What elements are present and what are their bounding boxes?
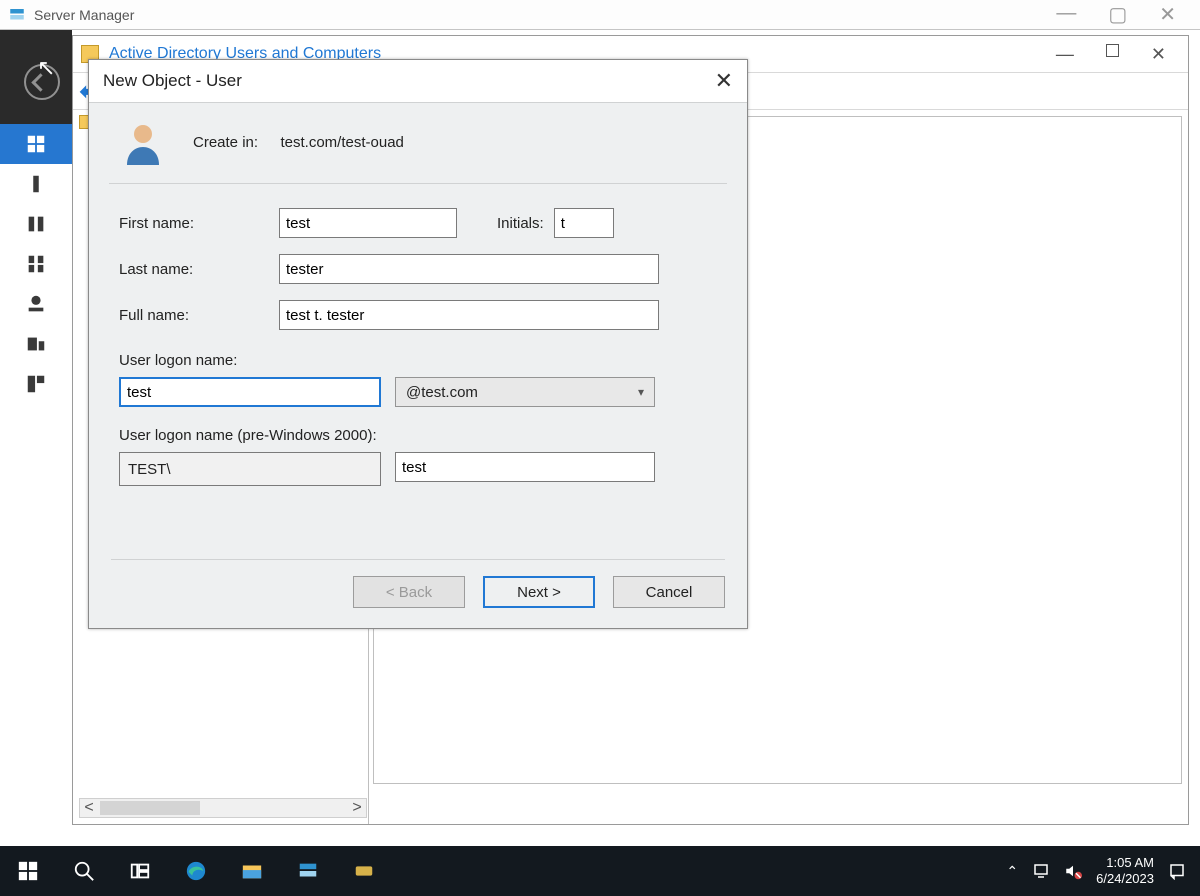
notifications-tray-icon[interactable] xyxy=(1168,862,1186,880)
sm-maximize-button[interactable]: ▢ xyxy=(1108,2,1127,27)
create-in-label: Create in: xyxy=(193,134,258,151)
role-icon[interactable] xyxy=(0,364,72,404)
pre2000-label: User logon name (pre-Windows 2000): xyxy=(119,427,717,444)
server-manager-sidebar xyxy=(0,124,72,840)
aduc-close-button[interactable]: ✕ xyxy=(1151,44,1166,65)
server-manager-titlebar: Server Manager — ▢ ✕ xyxy=(0,0,1200,30)
cancel-button[interactable]: Cancel xyxy=(613,576,725,608)
search-button[interactable] xyxy=(56,846,112,896)
server-manager-title: Server Manager xyxy=(34,7,134,23)
create-in-path: test.com/test-ouad xyxy=(281,134,404,151)
all-servers-icon[interactable] xyxy=(0,204,72,244)
sm-minimize-button[interactable]: — xyxy=(1056,2,1076,27)
dialog-close-button[interactable]: ✕ xyxy=(715,68,733,94)
aduc-maximize-button[interactable] xyxy=(1106,44,1119,57)
edge-taskbar-icon[interactable] xyxy=(168,846,224,896)
dashboard-tile-icon[interactable] xyxy=(0,124,72,164)
last-name-input[interactable] xyxy=(279,254,659,284)
server-manager-taskbar-icon[interactable] xyxy=(280,846,336,896)
file-storage-icon[interactable] xyxy=(0,324,72,364)
new-user-dialog: New Object - User ✕ Create in: test.com/… xyxy=(88,59,748,629)
domain-suffix-dropdown[interactable]: @test.com ▾ xyxy=(395,377,655,407)
scroll-right-arrow-icon[interactable]: > xyxy=(348,799,366,817)
dialog-title: New Object - User xyxy=(103,71,242,91)
local-server-icon[interactable] xyxy=(0,164,72,204)
cursor-icon: ↖ xyxy=(37,55,55,81)
chevron-down-icon: ▾ xyxy=(638,385,644,399)
network-tray-icon[interactable] xyxy=(1032,862,1050,880)
first-name-label: First name: xyxy=(119,215,279,232)
tray-chevron-up-icon[interactable]: ⌃ xyxy=(1006,863,1018,880)
taskbar-date: 6/24/2023 xyxy=(1096,871,1154,887)
scroll-left-arrow-icon[interactable]: < xyxy=(80,799,98,817)
taskbar-clock[interactable]: 1:05 AM 6/24/2023 xyxy=(1096,855,1154,888)
dns-icon[interactable] xyxy=(0,284,72,324)
user-icon xyxy=(119,119,167,167)
server-manager-icon xyxy=(8,6,26,24)
dialog-titlebar: New Object - User ✕ xyxy=(89,60,747,102)
start-button[interactable] xyxy=(0,846,56,896)
initials-input[interactable] xyxy=(554,208,614,238)
tree-horizontal-scrollbar[interactable]: < > xyxy=(79,798,367,818)
taskbar-time: 1:05 AM xyxy=(1096,855,1154,871)
logon-name-input[interactable] xyxy=(119,377,381,407)
full-name-input[interactable] xyxy=(279,300,659,330)
full-name-label: Full name: xyxy=(119,307,279,324)
pre2000-prefix-text: TEST\ xyxy=(128,461,171,478)
sm-close-button[interactable]: ✕ xyxy=(1159,2,1176,27)
back-button: < Back xyxy=(353,576,465,608)
aduc-minimize-button[interactable]: — xyxy=(1056,44,1074,65)
app-taskbar-icon[interactable] xyxy=(336,846,392,896)
next-button[interactable]: Next > xyxy=(483,576,595,608)
logon-name-label: User logon name: xyxy=(119,352,717,369)
volume-muted-tray-icon[interactable] xyxy=(1064,862,1082,880)
ad-ds-icon[interactable] xyxy=(0,244,72,284)
scroll-thumb[interactable] xyxy=(100,801,200,815)
first-name-input[interactable] xyxy=(279,208,457,238)
last-name-label: Last name: xyxy=(119,261,279,278)
initials-label: Initials: xyxy=(497,215,544,232)
pre2000-domain-prefix: TEST\ xyxy=(119,452,381,486)
task-view-button[interactable] xyxy=(112,846,168,896)
domain-suffix-value: @test.com xyxy=(406,384,478,401)
taskbar: ⌃ 1:05 AM 6/24/2023 xyxy=(0,846,1200,896)
file-explorer-taskbar-icon[interactable] xyxy=(224,846,280,896)
pre2000-logon-input[interactable] xyxy=(395,452,655,482)
